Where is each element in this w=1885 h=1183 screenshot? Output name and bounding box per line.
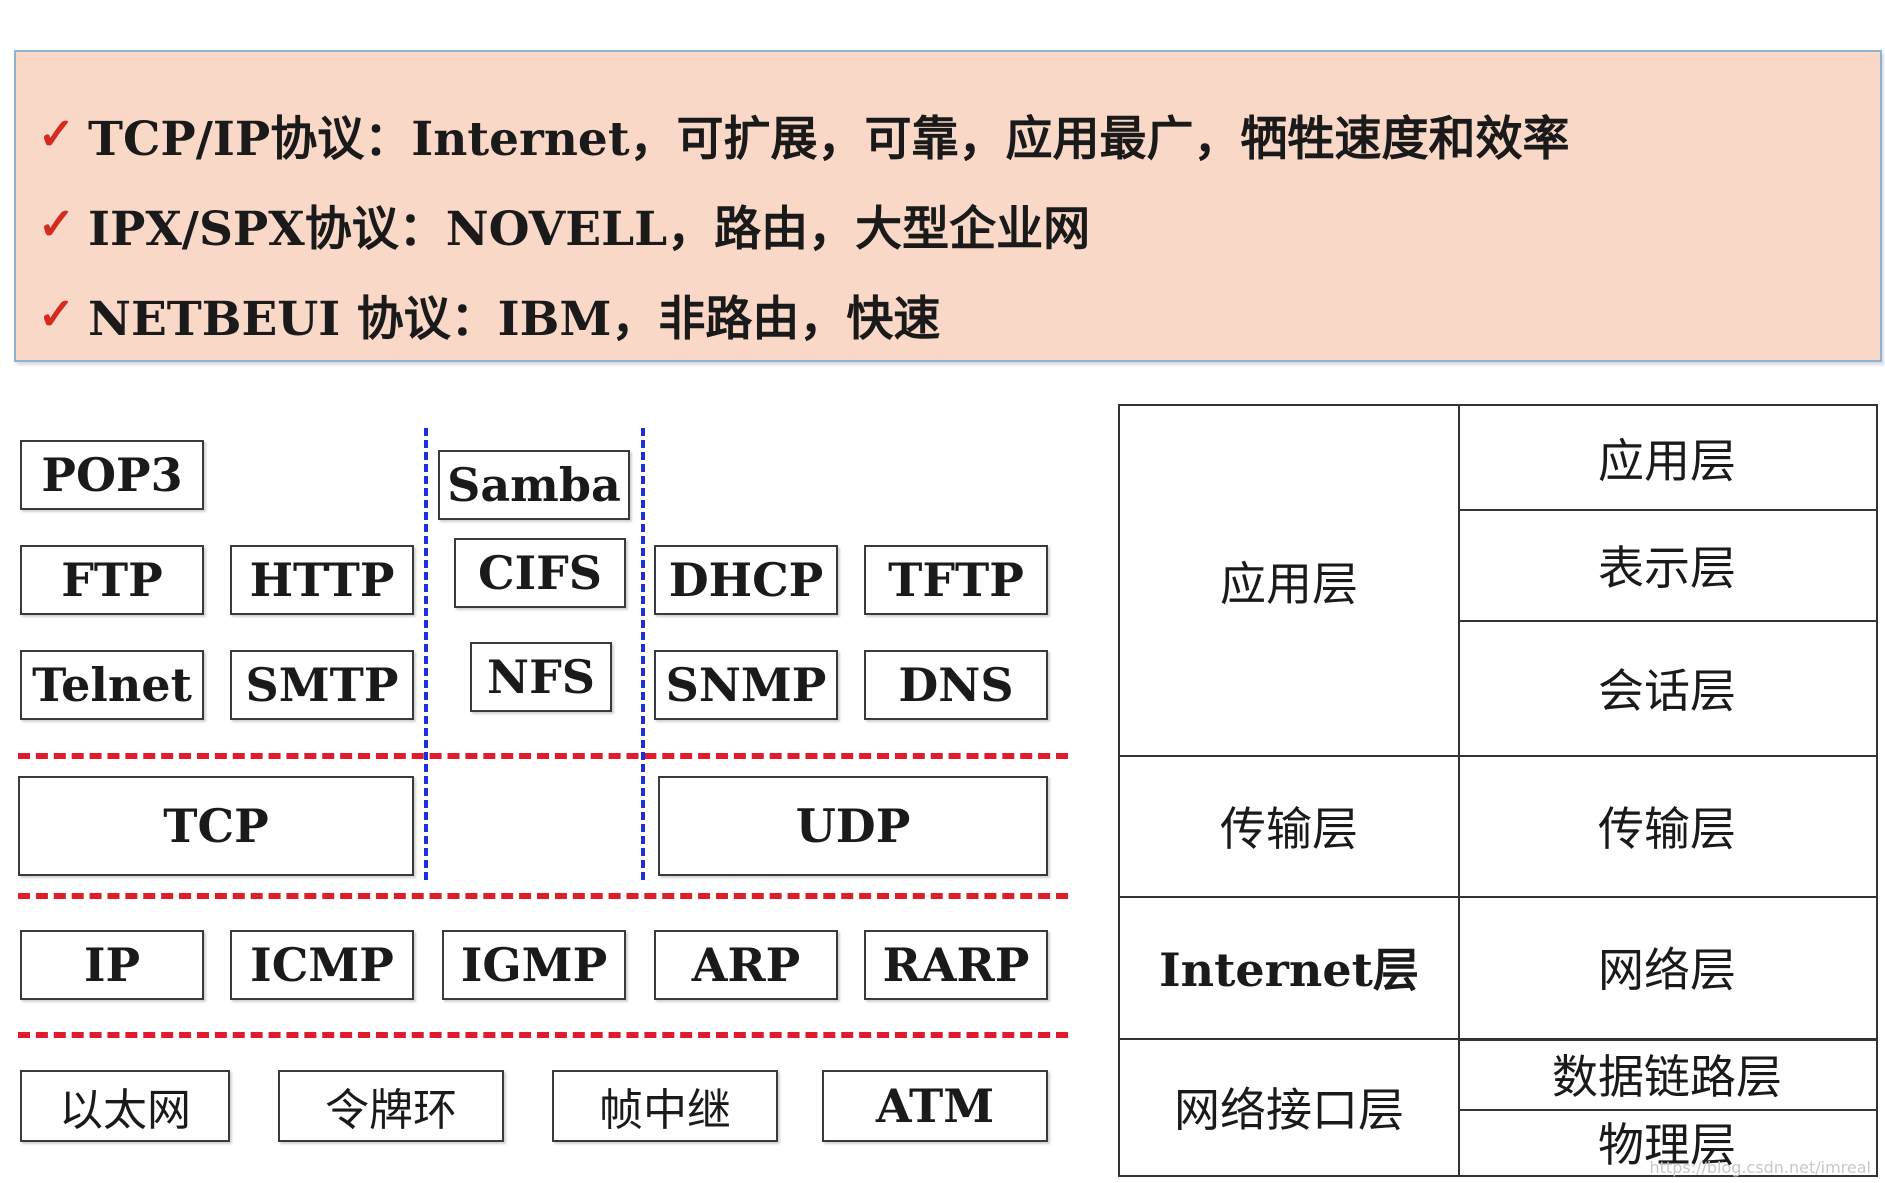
protocol-box-ip: IP [20, 930, 204, 1000]
bullet-tcpip: ✓ TCP/IP协议：Internet，可扩展，可靠，应用最广，牺牲速度和效率 [38, 94, 1570, 174]
protocol-box-atm: ATM [822, 1070, 1048, 1142]
layer-separator [18, 753, 1068, 759]
bullet-text: IPX/SPX协议：NOVELL，路由，大型企业网 [88, 201, 1091, 257]
osi-layer-network: 网络层 [1598, 943, 1736, 997]
group-divider [424, 428, 428, 880]
protocol-box-cifs: CIFS [454, 538, 626, 608]
bullet-text: NETBEUI 协议：IBM，非路由，快速 [88, 291, 941, 347]
check-icon: ✓ [38, 288, 75, 340]
protocol-box-smtp: SMTP [230, 650, 414, 720]
tcpip-layer-transport: 传输层 [1220, 801, 1358, 856]
osi-layer-transport: 传输层 [1598, 801, 1736, 856]
protocol-box-dhcp: DHCP [654, 545, 838, 615]
protocol-box-ethernet: 以太网 [20, 1070, 230, 1142]
check-icon: ✓ [38, 198, 75, 250]
layer-separator [18, 1032, 1068, 1038]
protocol-box-dns: DNS [864, 650, 1048, 720]
protocol-box-snmp: SNMP [654, 650, 838, 720]
bullet-ipxspx: ✓ IPX/SPX协议：NOVELL，路由，大型企业网 [38, 184, 1090, 264]
protocol-box-igmp: IGMP [442, 930, 626, 1000]
protocol-box-icmp: ICMP [230, 930, 414, 1000]
bullet-netbeui: ✓ NETBEUI 协议：IBM，非路由，快速 [38, 274, 940, 354]
protocol-box-tcp: TCP [18, 776, 414, 876]
bullet-text: TCP/IP协议：Internet，可扩展，可靠，应用最广，牺牲速度和效率 [88, 111, 1570, 167]
protocol-box-http: HTTP [230, 545, 414, 615]
tcpip-layer-application: 应用层 [1220, 556, 1358, 611]
protocol-box-tftp: TFTP [864, 545, 1048, 615]
protocol-box-telnet: Telnet [20, 650, 204, 720]
layer-separator [18, 893, 1068, 899]
protocol-box-arp: ARP [654, 930, 838, 1000]
protocol-box-frame-relay: 帧中继 [552, 1070, 778, 1142]
protocol-box-pop3: POP3 [20, 440, 204, 510]
tcpip-layer-internet: Internet层 [1159, 943, 1419, 997]
group-divider [641, 428, 645, 880]
osi-layer-application: 应用层 [1598, 433, 1736, 488]
osi-layer-session: 会话层 [1598, 663, 1736, 718]
watermark: https://blog.csdn.net/imreal [1649, 1158, 1872, 1177]
tcpip-layer-network-interface: 网络接口层 [1174, 1082, 1404, 1137]
protocol-box-rarp: RARP [864, 930, 1048, 1000]
protocol-box-nfs: NFS [470, 642, 612, 712]
protocol-box-samba: Samba [438, 450, 630, 520]
protocol-box-udp: UDP [658, 776, 1048, 876]
osi-layer-data-link: 数据链路层 [1552, 1049, 1782, 1104]
osi-layer-presentation: 表示层 [1598, 540, 1736, 595]
protocol-box-token-ring: 令牌环 [278, 1070, 504, 1142]
protocol-box-ftp: FTP [20, 545, 204, 615]
protocol-summary-panel: ✓ TCP/IP协议：Internet，可扩展，可靠，应用最广，牺牲速度和效率 … [14, 50, 1882, 362]
check-icon: ✓ [38, 108, 75, 160]
layer-comparison-table: 应用层 传输层 Internet层 网络接口层 应用层 表示层 会话层 传输层 … [1118, 404, 1878, 1177]
